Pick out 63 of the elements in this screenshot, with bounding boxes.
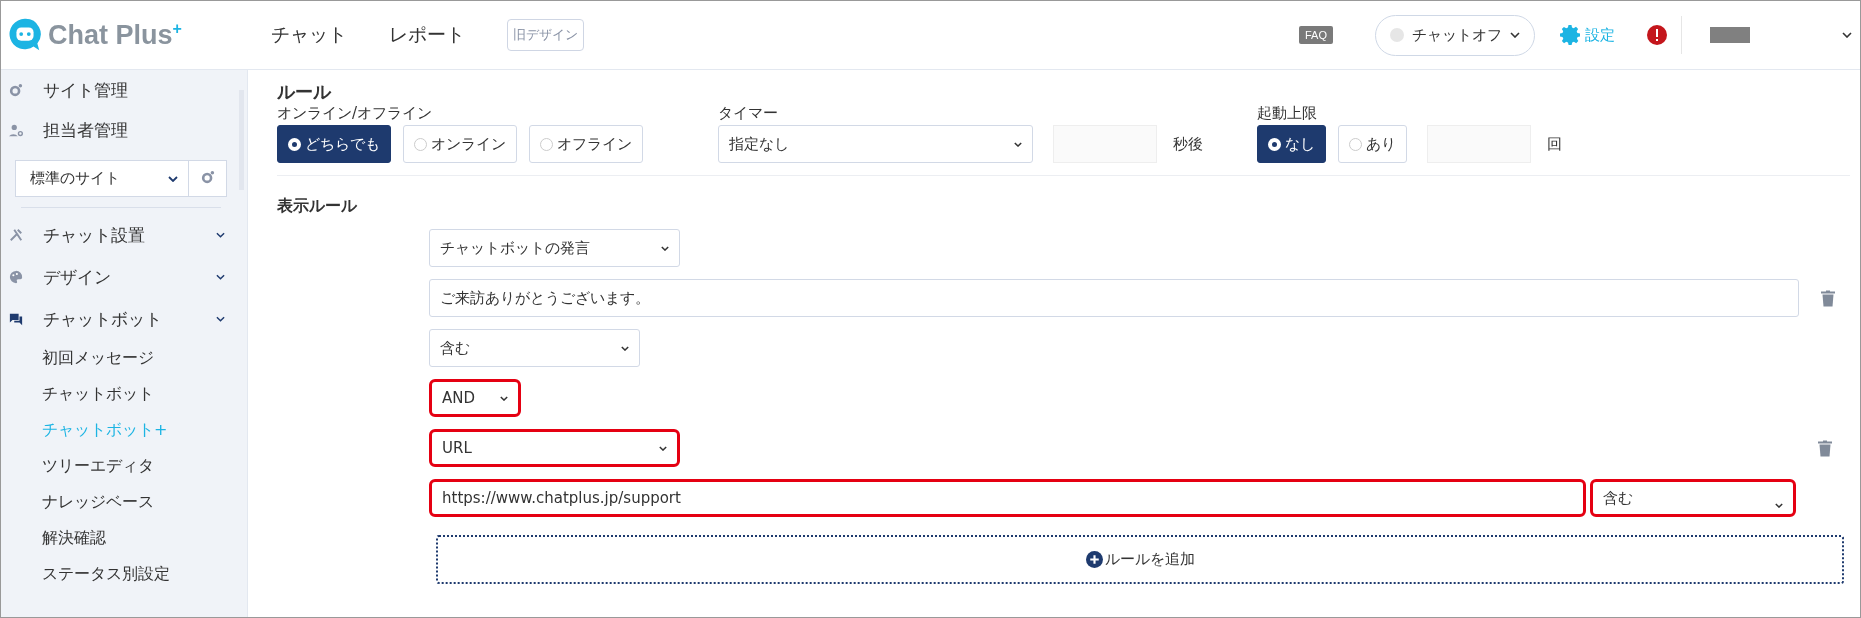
user-gear-icon [9, 123, 23, 137]
gear-icon [9, 83, 23, 97]
sidebar-subitem[interactable]: 初回メッセージ [1, 340, 237, 376]
unit-label: 秒後 [1173, 134, 1203, 154]
condition-value-input[interactable]: ご来訪ありがとうございます。 [429, 279, 1799, 317]
chevron-down-icon [661, 245, 669, 251]
settings-icon [1559, 23, 1583, 47]
chevron-down-icon [621, 345, 629, 351]
nav-link[interactable]: レポート [389, 22, 465, 48]
radio-button[interactable]: どちらでも [277, 125, 391, 163]
sidebar-item[interactable]: 担当者管理 [1, 110, 237, 150]
match-select[interactable]: 含む [1590, 479, 1796, 517]
nav-link[interactable]: チャット [271, 22, 347, 48]
sidebar-subitem[interactable]: ツリーエディタ [1, 448, 237, 484]
field-label: 起動上限 [1257, 104, 1318, 123]
tools-icon [9, 228, 23, 242]
chevron-down-icon [216, 232, 225, 238]
field-label: オンライン/オフライン [277, 104, 434, 123]
sidebar-subitem[interactable]: ナレッジベース [1, 484, 237, 520]
sidebar-subitem[interactable]: チャットボット [1, 376, 237, 412]
redacted-block [1710, 27, 1750, 43]
section-title: ルール [277, 80, 333, 104]
logo-text: Chat Plus$^{+}$ [48, 19, 182, 51]
sidebar-subitem[interactable]: ステータス別設定 [1, 556, 237, 592]
trash-icon[interactable] [1818, 439, 1832, 457]
site-select[interactable]: 標準のサイト [15, 160, 189, 197]
condition-type-select[interactable]: チャットボットの発言 [429, 229, 680, 267]
sidebar-subitem[interactable]: 解決確認 [1, 520, 237, 556]
chevron-down-icon [1510, 32, 1520, 38]
chevron-down-icon [500, 395, 508, 401]
sidebar-menu-item[interactable]: デザイン [1, 256, 237, 298]
radio-button[interactable]: オンライン [403, 125, 517, 163]
match-select[interactable]: 含む [429, 329, 640, 367]
url-input[interactable]: https://www.chatplus.jp/support [429, 479, 1586, 517]
chevron-down-icon [216, 274, 225, 280]
radio-button[interactable]: あり [1338, 125, 1407, 163]
chevron-down-icon [659, 445, 667, 451]
faq-icon[interactable]: FAQ [1299, 26, 1333, 44]
alert-icon[interactable] [1647, 25, 1667, 45]
gear-icon [200, 170, 215, 184]
unit-label: 回 [1547, 134, 1562, 154]
timer-select[interactable]: 指定なし [718, 125, 1033, 163]
operator-select[interactable]: AND [429, 379, 521, 417]
chevron-down-icon [216, 316, 225, 322]
field-label: タイマー [718, 104, 779, 123]
section-title: 表示ルール [277, 196, 358, 217]
site-settings-button[interactable] [189, 160, 227, 197]
plus-circle-icon [1085, 551, 1103, 568]
condition-type-select[interactable]: URL [429, 429, 680, 467]
add-rule-button[interactable]: ルールを追加 [436, 535, 1844, 584]
sidebar-menu-item[interactable]: チャットボット [1, 298, 237, 340]
palette-icon [9, 270, 23, 284]
chevron-down-icon [1775, 503, 1783, 508]
sidebar-menu-item[interactable]: チャット設置 [1, 214, 237, 256]
sidebar-item[interactable]: サイト管理 [1, 70, 237, 110]
trash-icon[interactable] [1821, 289, 1835, 307]
chevron-down-icon [1014, 141, 1022, 147]
chevron-down-icon[interactable] [1842, 32, 1852, 38]
radio-button[interactable]: オフライン [529, 125, 643, 163]
chevron-down-icon [168, 175, 178, 182]
chat-status-dropdown[interactable]: チャットオフ [1375, 14, 1535, 56]
radio-button[interactable]: なし [1257, 125, 1326, 163]
chat-icon [9, 312, 23, 326]
